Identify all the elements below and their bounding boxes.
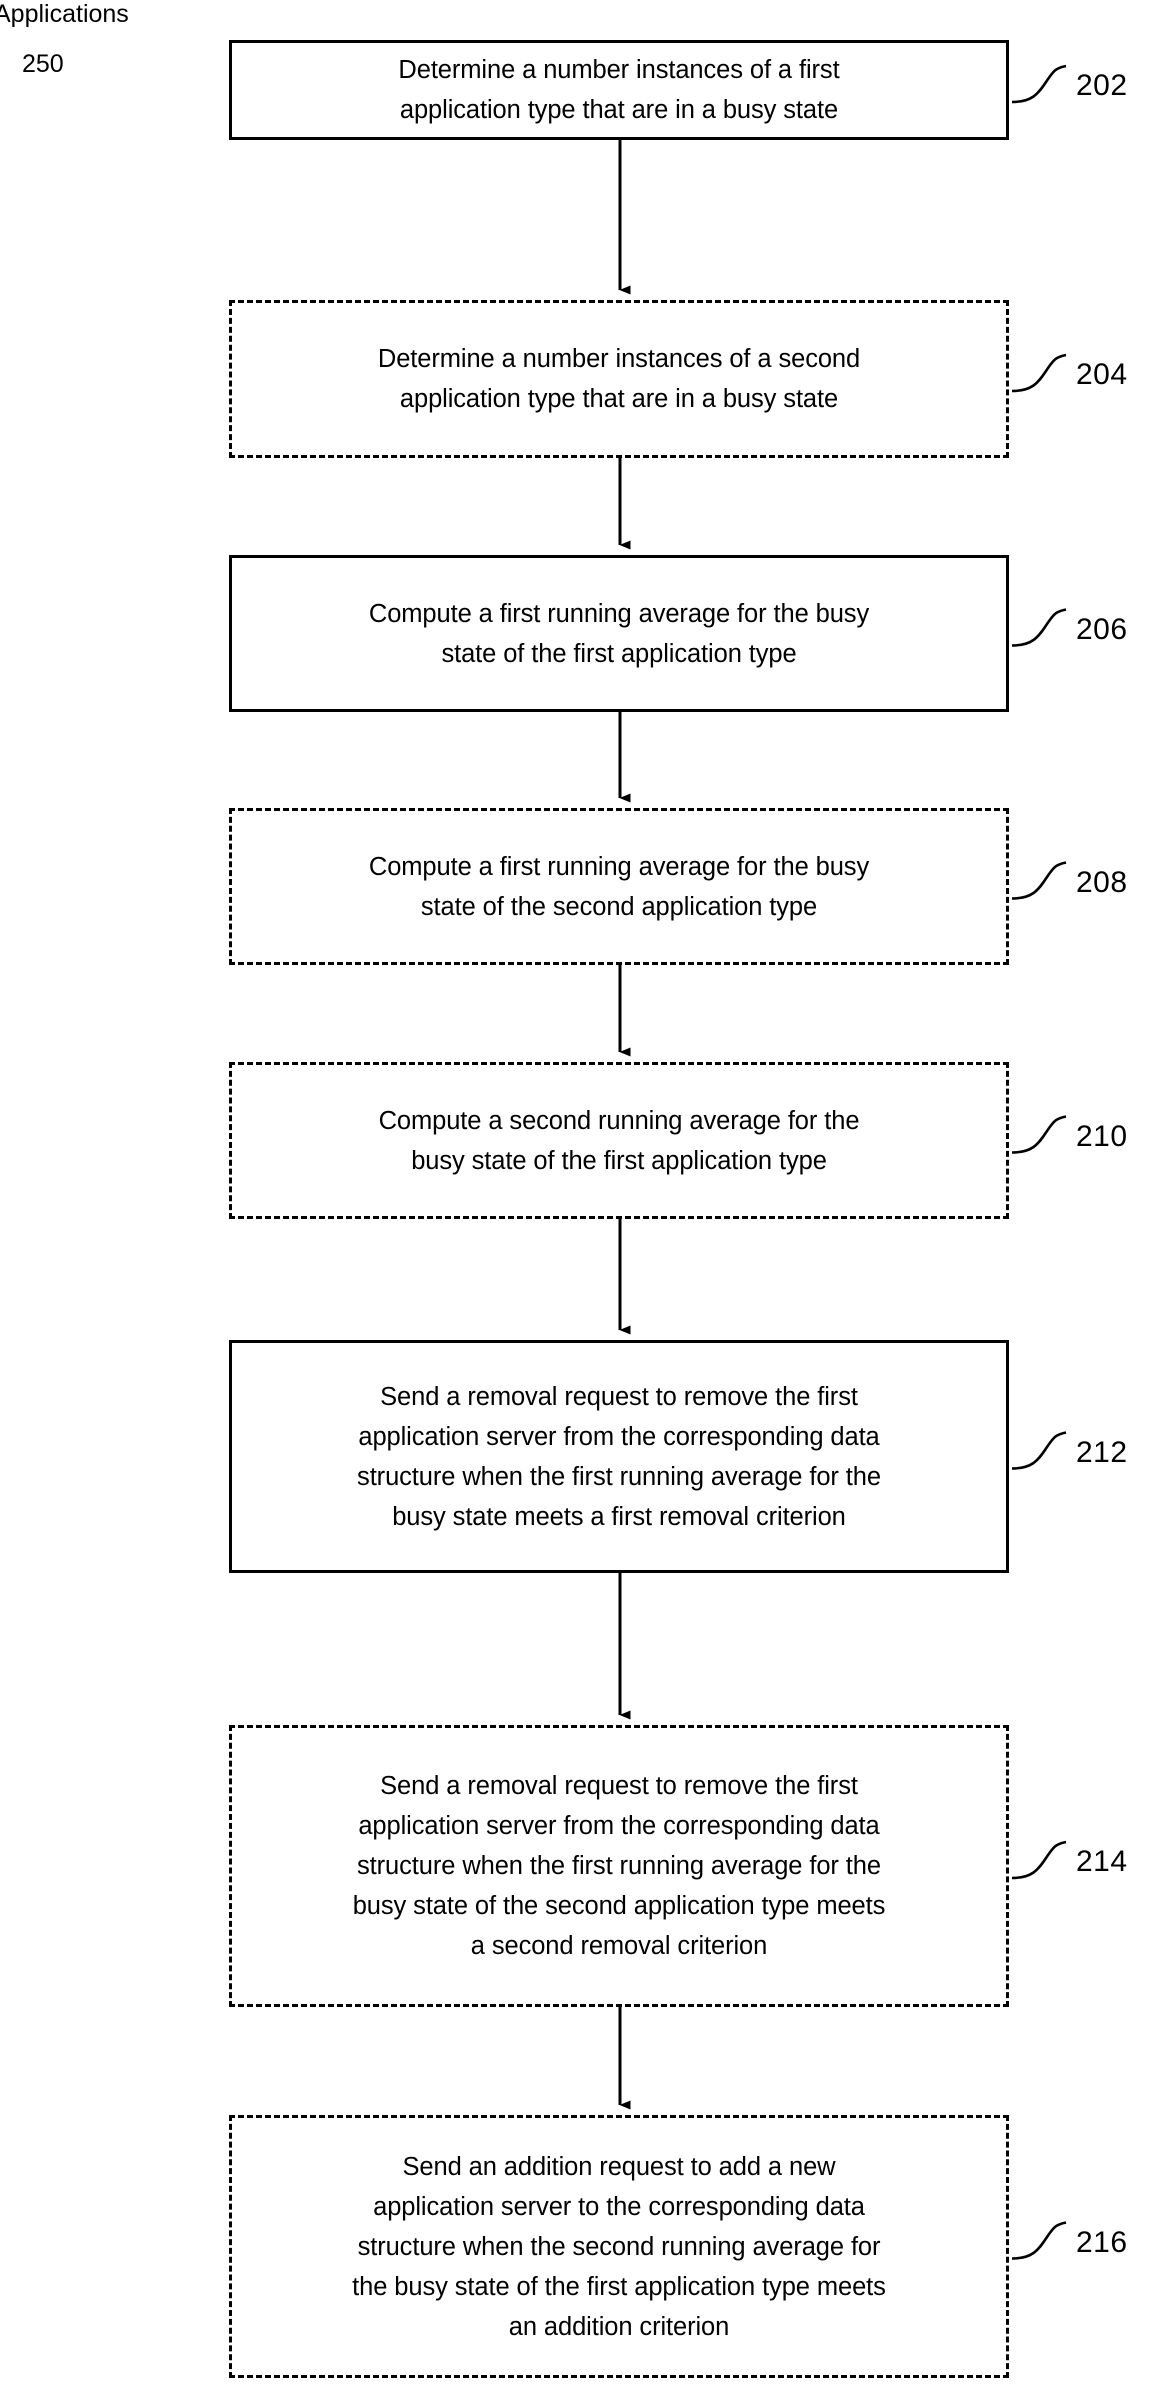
figure-reference-250: 250	[22, 50, 64, 78]
patent-figure-canvas: Applications 250 Determine a number inst…	[0, 0, 1158, 2406]
process-box-210[interactable]: Compute a second running average for the…	[229, 1062, 1009, 1219]
leader-line-210	[1011, 1115, 1067, 1154]
leader-line-216	[1011, 2221, 1067, 2260]
process-box-202-text: Determine a number instances of a first …	[398, 56, 840, 124]
leader-line-202	[1011, 64, 1067, 104]
process-box-210-text: Compute a second running average for the…	[378, 1106, 860, 1175]
leader-line-214	[1011, 1840, 1067, 1880]
process-box-216[interactable]: Send an addition request to add a new ap…	[229, 2115, 1009, 2378]
process-box-204-text: Determine a number instances of a second…	[377, 345, 861, 413]
process-box-212-text: Send a removal request to remove the fir…	[357, 1382, 881, 1531]
leader-line-208	[1011, 861, 1067, 900]
process-box-216-text: Send an addition request to add a new ap…	[352, 2152, 886, 2341]
process-box-206-text: Compute a first running average for the …	[368, 599, 870, 668]
ref-numeral-214: 214	[1076, 1845, 1128, 1878]
process-box-202[interactable]: Determine a number instances of a first …	[229, 40, 1009, 140]
ref-numeral-204: 204	[1076, 358, 1128, 391]
ref-numeral-202: 202	[1076, 69, 1128, 102]
applications-label: Applications	[0, 0, 129, 28]
process-box-214[interactable]: Send a removal request to remove the fir…	[229, 1725, 1009, 2007]
ref-numeral-208: 208	[1076, 865, 1128, 899]
leader-line-206	[1011, 608, 1067, 647]
ref-numeral-212: 212	[1076, 1435, 1128, 1469]
leader-line-212	[1011, 1431, 1067, 1470]
process-box-208-text: Compute a first running average for the …	[368, 852, 870, 921]
process-box-212[interactable]: Send a removal request to remove the fir…	[229, 1340, 1009, 1573]
process-box-214-text: Send a removal request to remove the fir…	[352, 1772, 886, 1960]
ref-numeral-210: 210	[1076, 1119, 1128, 1153]
process-box-204[interactable]: Determine a number instances of a second…	[229, 300, 1009, 458]
ref-numeral-216: 216	[1076, 2225, 1128, 2259]
process-box-208[interactable]: Compute a first running average for the …	[229, 808, 1009, 965]
ref-numeral-206: 206	[1076, 612, 1128, 646]
process-box-206[interactable]: Compute a first running average for the …	[229, 555, 1009, 712]
leader-line-204	[1011, 353, 1067, 393]
